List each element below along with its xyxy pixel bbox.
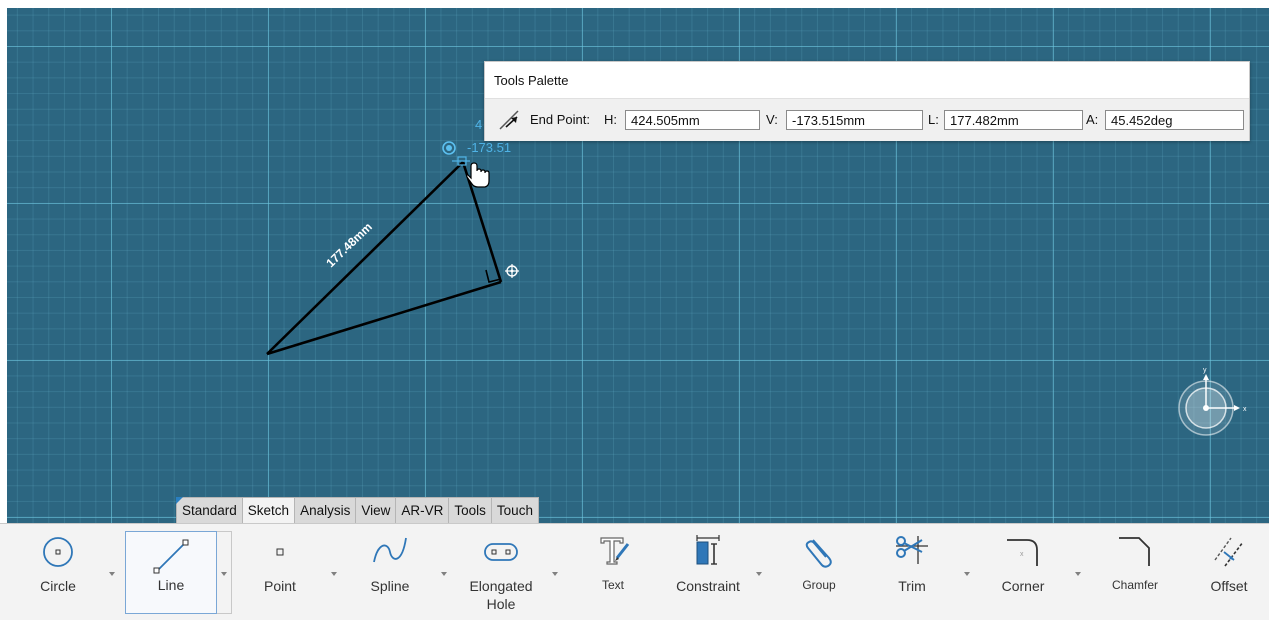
elongated-hole-label-line1: Elongated [469,578,533,594]
text-icon [600,537,630,565]
point-button[interactable]: Point [250,524,310,620]
a-value-field[interactable]: 45.452deg [1105,110,1244,130]
circle-icon [43,537,73,567]
spline-label: Spline [370,578,410,594]
constraint-icon [696,535,720,565]
svg-text:x: x [1020,551,1024,558]
corner-label: Corner [1001,578,1045,594]
tools-palette-row: End Point: H: 424.505mm V: -173.515mm L:… [485,98,1249,141]
corner-button[interactable]: x Corner [992,524,1054,620]
line-dropdown-arrow [221,572,227,576]
line-button[interactable]: Line [125,531,217,614]
spline-dropdown-arrow[interactable] [441,572,447,576]
chamfer-icon [1119,537,1150,566]
ribbon-tabs: Standard Sketch Analysis View AR-VR Tool… [176,497,539,523]
v-value-field[interactable]: -173.515mm [786,110,923,130]
corner-icon: x [1007,539,1038,566]
l-value-field[interactable]: 177.482mm [944,110,1083,130]
tab-sketch[interactable]: Sketch [241,497,296,523]
chamfer-button[interactable]: Chamfer [1103,524,1167,620]
group-label: Group [802,578,836,592]
tab-ar-vr[interactable]: AR-VR [395,497,450,523]
tab-corner-marker [176,497,183,504]
spline-button[interactable]: Spline [358,524,422,620]
line-label: Line [157,577,185,593]
tools-palette-title: Tools Palette [494,73,569,88]
trim-button[interactable]: Trim [884,524,940,620]
tab-tools[interactable]: Tools [448,497,492,523]
svg-text:x: x [1243,406,1247,413]
elongated-hole-label: Elongated Hole [462,577,540,613]
elongated-hole-label-line2: Hole [486,596,516,612]
a-label: A: [1086,112,1099,127]
circle-dropdown-arrow[interactable] [109,572,115,576]
tab-standard[interactable]: Standard [176,497,243,523]
scissors-icon [896,536,928,564]
trim-dropdown-arrow[interactable] [964,572,970,576]
elongated-hole-button[interactable]: Elongated Hole [462,524,540,620]
offset-button[interactable]: Offset [1200,524,1258,620]
group-button[interactable]: Group [790,524,848,620]
l-label: L: [928,112,939,127]
text-label: Text [601,578,624,592]
constraint-dropdown-arrow[interactable] [756,572,762,576]
corner-dropdown-arrow[interactable] [1075,572,1081,576]
trim-label: Trim [898,578,926,594]
constraint-button[interactable]: Constraint [670,524,746,620]
line-dropdown[interactable] [217,531,232,614]
cursor-readout-v: -173.51 [467,140,511,155]
line-endpoint-icon [499,110,519,130]
v-label: V: [766,112,778,127]
h-label: H: [604,112,617,127]
text-button[interactable]: Text [584,524,642,620]
offset-label: Offset [1210,578,1248,594]
tab-touch[interactable]: Touch [490,497,539,523]
elongated-hole-icon [484,543,518,561]
tools-palette: Tools Palette End Point: H: 424.505mm V:… [484,61,1250,141]
point-icon [276,548,284,556]
elongated-hole-dropdown-arrow[interactable] [552,572,558,576]
svg-text:y: y [1203,367,1207,374]
tab-view[interactable]: View [355,497,397,523]
circle-label: Circle [40,578,76,594]
point-label: Point [264,578,296,594]
tab-analysis[interactable]: Analysis [294,497,357,523]
chamfer-label: Chamfer [1111,578,1158,592]
paperclip-icon [805,539,832,568]
line-icon [153,539,189,574]
h-value-field[interactable]: 424.505mm [625,110,760,130]
offset-icon [1214,537,1244,567]
point-dropdown-arrow[interactable] [331,572,337,576]
end-point-label: End Point: [530,112,590,127]
sketch-ribbon: Circle Line Point Spline Elongated Hole … [0,523,1269,620]
spline-icon [373,537,407,563]
circle-button[interactable]: Circle [26,524,90,620]
cursor-readout-h: 4 [475,117,482,132]
constraint-label: Constraint [676,578,740,594]
